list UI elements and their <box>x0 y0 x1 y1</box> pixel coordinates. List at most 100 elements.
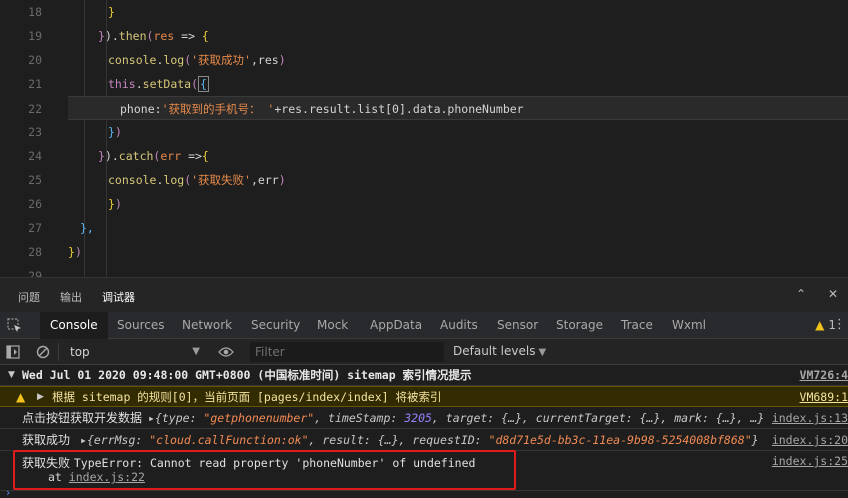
clear-console-icon[interactable] <box>36 345 50 359</box>
devtools-tab-console[interactable]: Console <box>40 312 108 339</box>
error-label: 获取失败 <box>22 456 71 470</box>
panel-tab-bar: 问题 输出 调试器 ⌃ ✕ <box>0 277 848 313</box>
code-token: => <box>174 29 202 43</box>
source-link[interactable]: index.js:20 <box>772 429 848 450</box>
stack-at: at <box>48 470 62 484</box>
devtools-tab-storage[interactable]: Storage <box>546 312 613 339</box>
source-link[interactable]: index.js:25 <box>772 454 848 468</box>
tab-problems[interactable]: 问题 <box>18 289 40 305</box>
source-link[interactable]: index.js:13 <box>772 407 848 428</box>
code-token: { <box>201 29 209 43</box>
code-token: res <box>153 29 175 43</box>
console-error-entry: 获取失败 TypeError: Cannot read property 'ph… <box>0 451 848 491</box>
devtools-tab-security[interactable]: Security <box>241 312 310 339</box>
code-line[interactable]: 25 console.log('获取失败',err) <box>0 168 848 192</box>
expand-triangle-icon[interactable]: ▶ <box>37 387 44 406</box>
code-token: log <box>163 173 185 187</box>
line-number: 29 <box>28 269 42 277</box>
code-token: catch <box>118 149 154 163</box>
line-number: 25 <box>28 173 42 187</box>
inspect-element-icon[interactable] <box>7 318 22 333</box>
collapse-icon[interactable]: ⌃ <box>796 287 806 301</box>
code-text: }, <box>68 216 94 240</box>
object-preview-token: type: <box>161 411 204 425</box>
devtools-tab-network[interactable]: Network <box>172 312 242 339</box>
devtools-tab-sensor[interactable]: Sensor <box>487 312 548 339</box>
code-editor[interactable]: 18} 19}).then(res => {20 console.log('获取成功… <box>0 0 848 277</box>
code-text: phone:'获取到的手机号： '+res.result.list[0].dat… <box>68 97 524 121</box>
line-number: 22 <box>28 102 42 116</box>
devtools-tab-trace[interactable]: Trace <box>611 312 663 339</box>
sidebar-toggle-icon[interactable] <box>6 345 20 359</box>
close-icon[interactable]: ✕ <box>828 287 838 301</box>
expand-triangle-icon: ▸ <box>80 433 87 447</box>
console-prompt-icon[interactable]: › <box>6 486 10 498</box>
context-select[interactable]: top ▼ <box>64 342 204 362</box>
stack-link[interactable]: index.js:22 <box>69 470 145 484</box>
object-preview-token: "cloud.callFunction:ok" <box>149 433 309 447</box>
code-token: ,res <box>250 53 279 67</box>
object-preview-token: , target: {…}, currentTarget: {…}, mark:… <box>431 411 765 425</box>
code-line[interactable]: 24 }).catch(err =>{ <box>0 144 848 168</box>
code-line[interactable]: 21 this.setData({ <box>0 72 848 96</box>
code-text: console.log('获取失败',err) <box>68 168 286 192</box>
devtools-tab-appdata[interactable]: AppData <box>360 312 432 339</box>
code-text: }).then(res => { <box>68 24 209 48</box>
eye-icon[interactable] <box>218 346 234 358</box>
code-text: }).catch(err =>{ <box>68 144 209 168</box>
code-line[interactable]: 20 console.log('获取成功',res) <box>0 48 848 72</box>
filter-input[interactable] <box>250 342 444 362</box>
code-token: '获取到的手机号： ' <box>161 102 275 116</box>
expand-triangle-icon[interactable]: ▼ <box>8 365 15 385</box>
object-preview-token: } <box>751 433 759 447</box>
object-preview[interactable]: ▸{type: "getphonenumber", timeStamp: 320… <box>148 407 765 428</box>
object-preview-token: 3205 <box>404 411 432 425</box>
code-token: '获取成功' <box>191 53 251 67</box>
code-line[interactable]: 27}, <box>0 216 848 240</box>
code-token: } <box>98 149 105 163</box>
code-text: console.log('获取成功',res) <box>68 48 286 72</box>
console-warning: ▲ ▶ 根据 sitemap 的规则[0]，当前页面 [pages/index/… <box>0 386 848 407</box>
code-token: ). <box>104 29 119 43</box>
code-token: } <box>108 125 115 139</box>
source-link[interactable]: VM689:1 <box>800 387 848 406</box>
code-line[interactable]: 29 <box>0 264 848 277</box>
code-line[interactable]: 28}) <box>0 240 848 264</box>
code-token: ) <box>278 173 286 187</box>
line-number: 24 <box>28 149 42 163</box>
more-options-icon[interactable]: ⋮ <box>833 317 846 332</box>
panel-controls: ⌃ ✕ <box>796 287 838 301</box>
tab-output[interactable]: 输出 <box>60 289 82 305</box>
code-line[interactable]: 18} <box>0 0 848 24</box>
code-line[interactable]: 23}) <box>0 120 848 144</box>
code-text: }) <box>68 240 82 264</box>
line-number: 28 <box>28 245 42 259</box>
console-group-header[interactable]: ▼ Wed Jul 01 2020 09:48:00 GMT+0800 (中国标… <box>0 365 848 386</box>
log-levels-dropdown[interactable]: Default levels ▼ <box>453 344 546 358</box>
code-line[interactable]: 22 phone:'获取到的手机号： '+res.result.list[0].d… <box>28 96 848 121</box>
devtools-tab-wxml[interactable]: Wxml <box>662 312 716 339</box>
code-token: { <box>201 149 209 163</box>
code-token: : <box>154 102 162 116</box>
code-text: } <box>68 0 115 24</box>
object-preview-token: { <box>154 411 162 425</box>
code-line[interactable]: 26}) <box>0 192 848 216</box>
devtools-tab-sources[interactable]: Sources <box>107 312 174 339</box>
console-log-entry: 获取成功 ▸{errMsg: "cloud.callFunction:ok", … <box>0 429 848 451</box>
code-token: setData <box>142 77 192 91</box>
code-token: ) <box>278 53 286 67</box>
code-token: ). <box>104 149 119 163</box>
code-line[interactable]: 19}).then(res => { <box>0 24 848 48</box>
line-number: 18 <box>28 5 42 19</box>
devtools-tab-mock[interactable]: Mock <box>307 312 358 339</box>
code-token: ,err <box>250 173 279 187</box>
line-number: 23 <box>28 125 42 139</box>
source-link[interactable]: VM726:4 <box>800 365 848 385</box>
devtools-tab-audits[interactable]: Audits <box>430 312 488 339</box>
object-preview[interactable]: ▸{errMsg: "cloud.callFunction:ok", resul… <box>80 429 759 450</box>
tab-debugger[interactable]: 调试器 <box>102 289 135 313</box>
console-toolbar: top ▼ Default levels▼ <box>0 339 848 365</box>
object-preview-token: {errMsg: <box>86 433 150 447</box>
object-preview-token: "d8d71e5d-bb3c-11ea-9b98-5254008bf868" <box>488 433 752 447</box>
error-message: TypeError: Cannot read property 'phoneNu… <box>73 456 476 470</box>
